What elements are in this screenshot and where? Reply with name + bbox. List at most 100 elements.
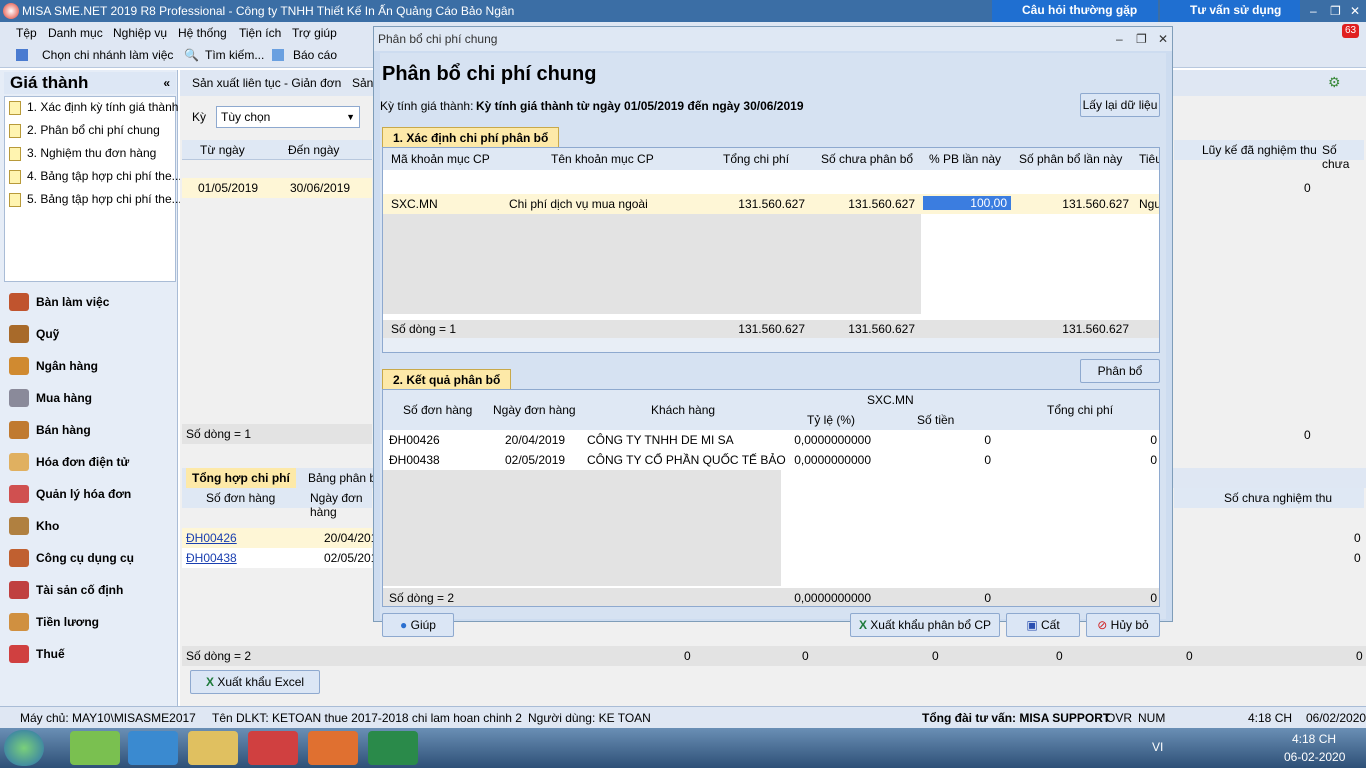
- nav-fixed-assets[interactable]: Tài sản cố định: [4, 575, 176, 605]
- bottom-right-header: Số chưa nghiệm thu: [1174, 488, 1364, 508]
- close-button[interactable]: ✕: [1350, 0, 1364, 22]
- excel-taskbar-icon[interactable]: [368, 731, 418, 765]
- col-amount[interactable]: Số tiền: [913, 410, 958, 430]
- export-allocation-button[interactable]: X Xuất khẩu phân bổ CP: [850, 613, 1000, 637]
- cancel-button[interactable]: ⊘ Hủy bỏ: [1086, 613, 1160, 637]
- horizontal-scrollbar[interactable]: [383, 338, 1159, 352]
- cancel-icon: ⊘: [1097, 618, 1111, 632]
- date-status: 06/02/2020: [1306, 711, 1366, 725]
- chevron-down-icon: ▼: [346, 112, 355, 122]
- col-name[interactable]: Tên khoản mục CP: [547, 149, 687, 169]
- table-row[interactable]: 01/05/2019 30/06/2019: [182, 178, 372, 198]
- step-4[interactable]: 4. Bảng tập hợp chi phí the...: [9, 166, 182, 186]
- allocation-source-table: Mã khoản mục CP Tên khoản mục CP Tổng ch…: [382, 147, 1160, 353]
- tax-icon: [9, 645, 29, 663]
- minimize-button[interactable]: –: [1310, 0, 1328, 22]
- col-to-date[interactable]: Đến ngày: [288, 143, 339, 157]
- nav-purchase[interactable]: Mua hàng: [4, 383, 176, 413]
- window-title: MISA SME.NET 2019 R8 Professional - Công…: [22, 4, 515, 18]
- save-button[interactable]: ▣ Cất: [1006, 613, 1080, 637]
- allocate-button[interactable]: Phân bổ: [1080, 359, 1160, 383]
- percent-input[interactable]: 100,00: [923, 196, 1011, 210]
- nav-salary[interactable]: Tiền lương: [4, 607, 176, 637]
- col-total-cost[interactable]: Tổng chi phí: [1043, 400, 1117, 420]
- col-allocated[interactable]: Số phân bổ lần này: [1015, 149, 1125, 169]
- nav-cash[interactable]: Quỹ: [4, 319, 176, 349]
- step-2[interactable]: 2. Phân bổ chi phí chung: [9, 120, 160, 140]
- misa-taskbar-icon[interactable]: [70, 731, 120, 765]
- period-label: Kỳ tính giá thành:: [380, 99, 474, 113]
- nav-invoice-mgmt[interactable]: Quản lý hóa đơn: [4, 479, 176, 509]
- nav-sales[interactable]: Bán hàng: [4, 415, 176, 445]
- report-button[interactable]: Báo cáo: [293, 44, 337, 66]
- step-5[interactable]: 5. Bảng tập hợp chi phí the...: [9, 189, 182, 209]
- report-icon: [272, 49, 284, 61]
- tab-other[interactable]: Sản: [352, 76, 373, 90]
- menu-catalog[interactable]: Danh mục: [48, 22, 103, 44]
- export-excel-button[interactable]: X Xuất khẩu Excel: [190, 670, 320, 694]
- minimize-icon[interactable]: –: [1116, 27, 1123, 51]
- order-link[interactable]: ĐH00438: [186, 551, 237, 565]
- cash-icon: [9, 325, 29, 343]
- col-order-no[interactable]: Số đơn hàng: [399, 400, 476, 420]
- step-3[interactable]: 3. Nghiệm thu đơn hàng: [9, 143, 156, 163]
- period-select[interactable]: Tùy chọn ▼: [216, 106, 360, 128]
- misa-app-taskbar-icon[interactable]: [308, 731, 358, 765]
- maximize-button[interactable]: ❐: [1330, 0, 1346, 22]
- ovr-status: OVR: [1106, 711, 1133, 725]
- menu-utilities[interactable]: Tiện ích: [239, 22, 281, 44]
- col-order-date[interactable]: Ngày đơn hàng: [489, 400, 580, 420]
- ie-taskbar-icon[interactable]: [128, 731, 178, 765]
- settings-gear-icon[interactable]: ⚙: [1328, 74, 1341, 91]
- close-icon[interactable]: ✕: [1158, 27, 1168, 51]
- menu-file[interactable]: Tệp: [16, 22, 37, 44]
- nav-desk[interactable]: Bàn làm việc: [4, 287, 176, 317]
- language-indicator[interactable]: VI: [1152, 740, 1163, 754]
- menu-operations[interactable]: Nghiệp vụ: [113, 22, 167, 44]
- reload-button[interactable]: Lấy lại dữ liệu: [1080, 93, 1160, 117]
- col-total[interactable]: Tổng chi phí: [719, 149, 809, 169]
- tab-continuous[interactable]: Sản xuất liên tục - Giản đơn: [192, 76, 341, 90]
- table-row[interactable]: ĐH00426 20/04/2019: [182, 528, 384, 548]
- col-ratio[interactable]: Tỷ lệ (%): [803, 410, 859, 430]
- notification-badge[interactable]: 63: [1342, 24, 1360, 38]
- chrome-taskbar-icon[interactable]: [248, 731, 298, 765]
- explorer-taskbar-icon[interactable]: [188, 731, 238, 765]
- tab-cost-summary[interactable]: Tổng hợp chi phí: [186, 468, 296, 488]
- allocation-result-table: Số đơn hàng Ngày đơn hàng Khách hàng SXC…: [382, 389, 1160, 607]
- col-from-date[interactable]: Từ ngày: [200, 143, 245, 157]
- assets-icon: [9, 581, 29, 599]
- table-row[interactable]: ĐH00438 02/05/2019: [182, 548, 384, 568]
- help-button[interactable]: ● Giúp: [382, 613, 454, 637]
- search-button[interactable]: Tìm kiếm...: [205, 44, 264, 66]
- section-2-tab[interactable]: 2. Kết quả phân bổ: [382, 369, 512, 389]
- col-code[interactable]: Mã khoản mục CP: [387, 149, 497, 169]
- col-criteria[interactable]: Tiêu: [1135, 149, 1159, 169]
- nav-einvoice[interactable]: Hóa đơn điện tử: [4, 447, 176, 477]
- document-icon: [9, 192, 21, 207]
- order-link[interactable]: ĐH00426: [186, 531, 237, 545]
- nav-tax[interactable]: Thuế: [4, 639, 176, 669]
- taskbar: VI 4:18 CH 06-02-2020: [0, 728, 1366, 768]
- menu-help[interactable]: Trợ giúp: [292, 22, 337, 44]
- collapse-icon[interactable]: «: [163, 72, 170, 94]
- col-customer[interactable]: Khách hàng: [647, 400, 719, 420]
- maximize-icon[interactable]: ❐: [1136, 27, 1147, 51]
- col-percent[interactable]: % PB lần này: [925, 149, 1015, 169]
- col-unallocated[interactable]: Số chưa phân bổ: [817, 149, 917, 169]
- branch-button[interactable]: Chọn chi nhánh làm việc: [42, 44, 173, 66]
- nav-warehouse[interactable]: Kho: [4, 511, 176, 541]
- step-1[interactable]: 1. Xác định kỳ tính giá thành: [9, 97, 178, 117]
- section-1-tab[interactable]: 1. Xác định chi phí phân bổ: [382, 127, 560, 147]
- nav-bank[interactable]: Ngân hàng: [4, 351, 176, 381]
- consult-button[interactable]: Tư vấn sử dụng: [1160, 0, 1300, 22]
- document-icon: [9, 100, 21, 115]
- col-sxc-group: SXC.MN: [867, 393, 914, 407]
- start-button[interactable]: [4, 730, 44, 766]
- tab-allocation-table[interactable]: Bảng phân bổ: [308, 471, 383, 485]
- period-label: Kỳ: [192, 110, 207, 124]
- title-bar: MISA SME.NET 2019 R8 Professional - Công…: [0, 0, 1366, 22]
- menu-system[interactable]: Hệ thống: [178, 22, 227, 44]
- nav-tools[interactable]: Công cụ dụng cụ: [4, 543, 176, 573]
- faq-button[interactable]: Câu hỏi thường gặp: [992, 0, 1158, 22]
